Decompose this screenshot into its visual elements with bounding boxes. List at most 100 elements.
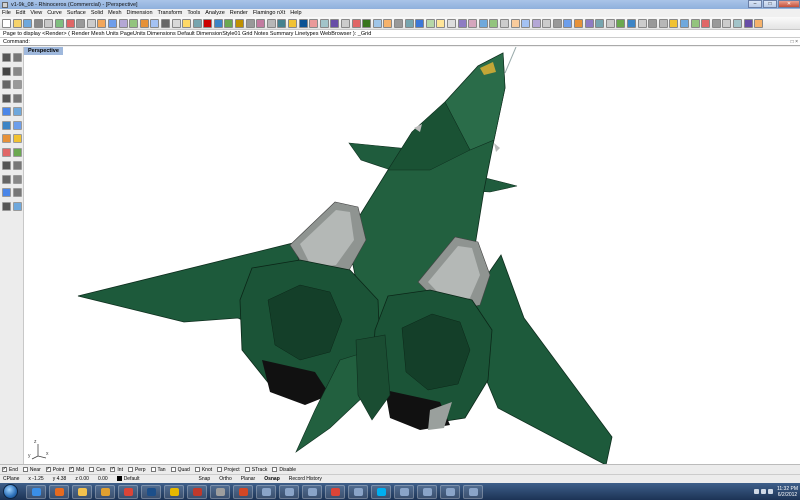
toolbar-tool-icon[interactable]	[605, 18, 615, 28]
taskbar-button[interactable]	[233, 484, 253, 499]
sidebar-tool-icon[interactable]	[13, 188, 22, 197]
osnap-checkbox[interactable]	[89, 467, 95, 472]
toolbar-tool-icon[interactable]	[288, 18, 298, 28]
osnap-checkbox[interactable]	[22, 467, 28, 472]
toolbar-tool-icon[interactable]	[33, 18, 43, 28]
toolbar-tool-icon[interactable]	[203, 18, 213, 28]
toolbar-tool-icon[interactable]	[574, 18, 584, 28]
taskbar-button[interactable]	[279, 484, 299, 499]
sidebar-tool-icon[interactable]	[2, 174, 11, 184]
status-cplane[interactable]: CPlane	[3, 476, 19, 482]
taskbar-button[interactable]	[118, 484, 138, 499]
toolbar-tool-icon[interactable]	[256, 18, 266, 28]
toolbar-tool-icon[interactable]	[648, 18, 658, 28]
toolbar-tool-icon[interactable]	[722, 18, 732, 28]
toolbar-tool-icon[interactable]	[584, 18, 594, 28]
osnap-end[interactable]: End	[2, 466, 18, 473]
clock[interactable]: 11:32 PM 6/2/2012	[777, 486, 798, 498]
taskbar-button[interactable]	[141, 484, 161, 499]
toolbar-tool-icon[interactable]	[65, 18, 75, 28]
volume-icon[interactable]	[767, 489, 773, 494]
toolbar-tool-icon[interactable]	[552, 18, 562, 28]
menu-flamingo[interactable]: Flamingo nXt	[253, 10, 285, 16]
toolbar-tool-icon[interactable]	[711, 18, 721, 28]
status-osnap[interactable]: Osnap	[264, 476, 280, 482]
toolbar-tool-icon[interactable]	[637, 18, 647, 28]
sidebar-tool-icon[interactable]	[13, 134, 22, 143]
toolbar-tool-icon[interactable]	[468, 18, 478, 28]
osnap-checkbox[interactable]	[272, 467, 278, 472]
osnap-strack[interactable]: STrack	[244, 467, 267, 473]
close-button[interactable]: ✕	[778, 0, 800, 8]
menu-file[interactable]: File	[2, 10, 11, 16]
sidebar-tool-icon[interactable]	[2, 93, 11, 103]
sidebar-tool-icon[interactable]	[2, 188, 11, 197]
toolbar-tool-icon[interactable]	[171, 18, 181, 28]
toolbar-tool-icon[interactable]	[680, 18, 689, 28]
minimize-button[interactable]: –	[748, 0, 762, 8]
toolbar-tool-icon[interactable]	[192, 18, 202, 28]
taskbar-button[interactable]	[256, 484, 276, 499]
command-window-controls[interactable]: □ ×	[791, 38, 798, 46]
toolbar-tool-icon[interactable]	[351, 18, 361, 28]
sidebar-tool-icon[interactable]	[13, 53, 22, 62]
toolbar-tool-icon[interactable]	[690, 18, 700, 28]
sidebar-tool-icon[interactable]	[2, 161, 11, 170]
osnap-cen[interactable]: Cen	[89, 467, 105, 473]
menu-curve[interactable]: Curve	[47, 10, 62, 16]
sidebar-tool-icon[interactable]	[13, 120, 22, 130]
taskbar-button[interactable]	[302, 484, 322, 499]
sidebar-tool-icon[interactable]	[2, 107, 11, 116]
status-snap[interactable]: Snap	[199, 476, 211, 482]
toolbar-tool-icon[interactable]	[372, 18, 382, 28]
tray-icon[interactable]	[760, 489, 766, 494]
toolbar-tool-icon[interactable]	[12, 18, 22, 28]
sidebar-tool-icon[interactable]	[2, 134, 11, 143]
sidebar-tool-icon[interactable]	[13, 161, 22, 170]
taskbar-button[interactable]	[325, 484, 345, 499]
sidebar-tool-icon[interactable]	[2, 66, 11, 76]
osnap-checkbox[interactable]	[2, 466, 7, 472]
toolbar-tool-icon[interactable]	[107, 18, 117, 28]
taskbar-button[interactable]	[49, 484, 69, 499]
toolbar-tool-icon[interactable]	[23, 18, 33, 28]
menu-dimension[interactable]: Dimension	[127, 10, 153, 16]
osnap-mid[interactable]: Mid	[69, 466, 84, 473]
osnap-checkbox[interactable]	[45, 466, 51, 472]
toolbar-tool-icon[interactable]	[160, 18, 170, 28]
taskbar-button[interactable]	[371, 484, 391, 499]
taskbar-button[interactable]	[463, 484, 483, 499]
toolbar-tool-icon[interactable]	[362, 18, 372, 28]
toolbar-tool-icon[interactable]	[436, 18, 446, 28]
status-ortho[interactable]: Ortho	[219, 476, 232, 482]
menu-solid[interactable]: Solid	[91, 10, 103, 16]
toolbar-tool-icon[interactable]	[499, 18, 509, 28]
toolbar-tool-icon[interactable]	[245, 18, 255, 28]
toolbar-tool-icon[interactable]	[44, 18, 54, 28]
osnap-checkbox[interactable]	[244, 467, 250, 472]
toolbar-tool-icon[interactable]	[669, 18, 679, 28]
toolbar-tool-icon[interactable]	[425, 18, 435, 28]
sidebar-tool-icon[interactable]	[13, 174, 22, 184]
toolbar-tool-icon[interactable]	[182, 18, 192, 28]
maximize-button[interactable]: □	[763, 0, 777, 8]
toolbar-tool-icon[interactable]	[86, 18, 96, 28]
toolbar-tool-icon[interactable]	[76, 18, 86, 28]
toolbar-tool-icon[interactable]	[235, 18, 245, 28]
tray-icon[interactable]	[753, 489, 759, 494]
menu-analyze[interactable]: Analyze	[205, 10, 225, 16]
osnap-project[interactable]: Project	[217, 467, 240, 473]
toolbar-tool-icon[interactable]	[531, 18, 541, 28]
toolbar-tool-icon[interactable]	[732, 18, 742, 28]
aircraft-model[interactable]	[24, 47, 800, 464]
menu-edit[interactable]: Edit	[16, 10, 25, 16]
osnap-int[interactable]: Int	[110, 466, 123, 473]
sidebar-tool-icon[interactable]	[2, 80, 11, 89]
osnap-checkbox[interactable]	[194, 467, 200, 472]
osnap-disable[interactable]: Disable	[272, 467, 296, 473]
toolbar-tool-icon[interactable]	[489, 18, 499, 28]
toolbar-tool-icon[interactable]	[118, 18, 128, 28]
toolbar-tool-icon[interactable]	[510, 18, 520, 28]
taskbar-button[interactable]	[72, 484, 92, 499]
sidebar-tool-icon[interactable]	[13, 201, 22, 211]
